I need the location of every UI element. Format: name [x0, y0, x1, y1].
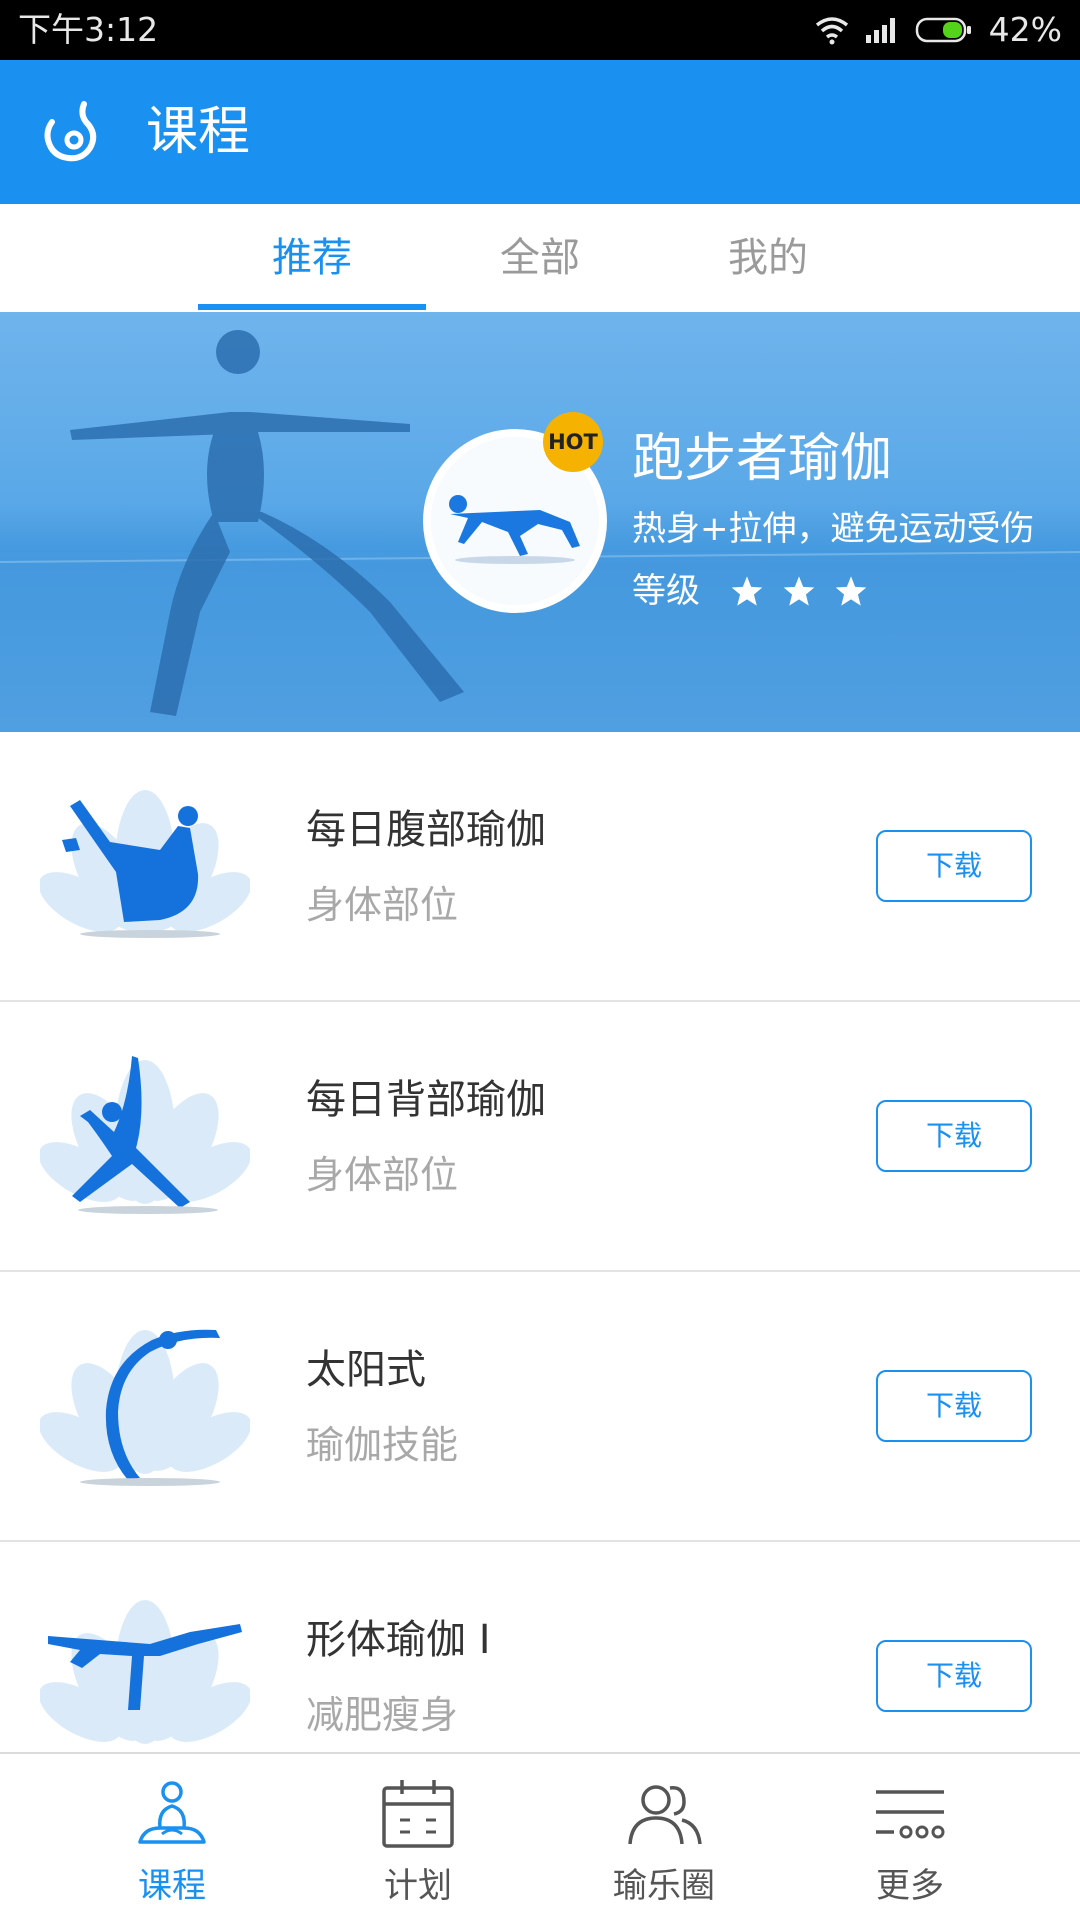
- course-category: 瑜伽技能: [306, 1423, 459, 1467]
- level-stars: [730, 575, 868, 607]
- hot-badge: HOT: [543, 412, 603, 472]
- app-screen: 下午3:12 42% 课程 推荐 全部 我的 HOT 跑步者瑜伽 热身+拉伸，避…: [0, 0, 1080, 1920]
- course-category: 身体部位: [306, 883, 459, 927]
- download-button[interactable]: 下载: [876, 1640, 1032, 1712]
- course-item[interactable]: 每日背部瑜伽 身体部位 下载: [0, 1002, 1080, 1272]
- banner-title: 跑步者瑜伽: [632, 429, 893, 489]
- battery-percent: 42%: [988, 10, 1062, 49]
- nav-community[interactable]: 瑜乐圈: [544, 1754, 784, 1920]
- yoga-pose-thumbnail: [40, 1329, 250, 1486]
- status-bar: 下午3:12 42%: [0, 0, 1080, 60]
- course-name: 太阳式: [306, 1347, 426, 1393]
- tab-mine[interactable]: 我的: [654, 204, 882, 312]
- star-icon: [731, 576, 763, 606]
- active-tab-indicator: [198, 304, 426, 310]
- meditation-icon: [138, 1781, 206, 1844]
- nav-more[interactable]: 更多: [790, 1754, 1030, 1920]
- bottom-navigation: 课程 计划 瑜乐圈 更多: [0, 1752, 1080, 1920]
- status-icons: 42%: [815, 8, 1062, 52]
- status-time: 下午3:12: [18, 10, 159, 49]
- course-item[interactable]: 太阳式 瑜伽技能 下载: [0, 1272, 1080, 1542]
- star-icon: [835, 576, 867, 606]
- course-category: 减肥瘦身: [306, 1693, 459, 1737]
- star-icon: [783, 576, 815, 606]
- yoga-pose-thumbnail: [40, 1056, 250, 1214]
- wifi-icon: [815, 17, 848, 45]
- nav-label: 更多: [876, 1866, 944, 1906]
- course-name: 每日背部瑜伽: [306, 1077, 546, 1123]
- download-button[interactable]: 下载: [876, 1100, 1032, 1172]
- level-label: 等级: [632, 571, 700, 611]
- nav-label: 计划: [384, 1866, 452, 1906]
- drop-logo-icon[interactable]: [40, 98, 108, 166]
- signal-icon: [865, 18, 895, 43]
- nav-label: 课程: [138, 1866, 206, 1906]
- course-item[interactable]: 每日腹部瑜伽 身体部位 下载: [0, 732, 1080, 1002]
- course-name: 形体瑜伽 I: [306, 1617, 491, 1663]
- page-title: 课程: [146, 102, 251, 162]
- more-lines-icon: [876, 1790, 945, 1839]
- tab-bar: 推荐 全部 我的: [0, 204, 1080, 312]
- tab-recommended[interactable]: 推荐: [198, 204, 426, 312]
- people-icon: [628, 1785, 702, 1845]
- nav-courses[interactable]: 课程: [52, 1754, 292, 1920]
- banner-subtitle: 热身+拉伸，避免运动受伤: [632, 509, 1035, 549]
- app-bar: 课程: [0, 60, 1080, 204]
- yoga-pose-thumbnail: [40, 790, 250, 938]
- banner-level: 等级: [632, 566, 868, 616]
- course-name: 每日腹部瑜伽: [306, 807, 546, 853]
- yoga-pose-thumbnail: [40, 1600, 250, 1744]
- course-category: 身体部位: [306, 1153, 459, 1197]
- tab-all[interactable]: 全部: [426, 204, 654, 312]
- nav-label: 瑜乐圈: [613, 1866, 715, 1906]
- calendar-icon: [382, 1780, 454, 1848]
- nav-plan[interactable]: 计划: [298, 1754, 538, 1920]
- download-button[interactable]: 下载: [876, 830, 1032, 902]
- download-button[interactable]: 下载: [876, 1370, 1032, 1442]
- battery-icon: [915, 17, 971, 43]
